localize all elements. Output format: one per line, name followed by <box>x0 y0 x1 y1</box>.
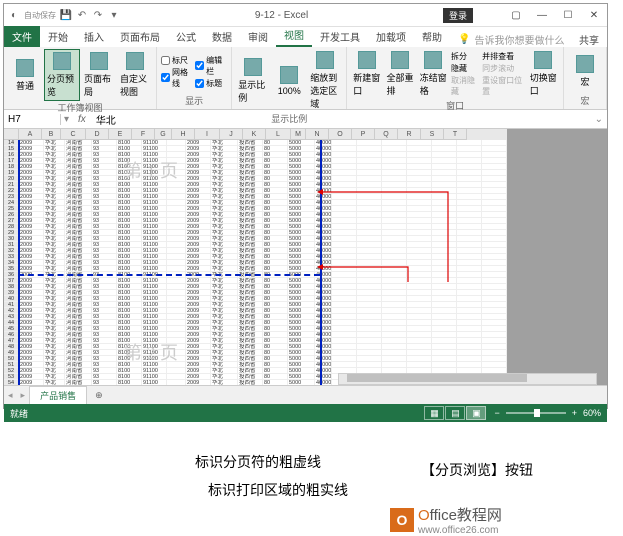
zoom-selection-button[interactable]: 缩放到选定区域 <box>308 49 342 112</box>
footer-branding: O Office教程网 www.office26.com <box>390 504 623 536</box>
tab-file[interactable]: 文件 <box>4 26 40 47</box>
footer-logo-icon: O <box>390 508 414 532</box>
sheet-tab-bar: ◂ ▸ 产品销售 ⊕ <box>4 385 607 404</box>
ruler-checkbox[interactable]: 标尺 <box>161 55 193 66</box>
undo-icon[interactable]: ↶ <box>76 9 88 21</box>
maximize-icon[interactable]: ☐ <box>555 4 581 26</box>
annotation-solid: 标识打印区域的粗实线 <box>208 480 348 500</box>
normal-view-button[interactable]: 普通 <box>8 49 42 101</box>
zoom-100-button[interactable]: 100% <box>272 49 306 112</box>
arrange-all-button[interactable]: 全部重排 <box>384 49 415 99</box>
freeze-panes-button[interactable]: 冻结窗格 <box>418 49 449 99</box>
page-layout-button[interactable]: 页面布局 <box>82 49 116 101</box>
group-label-window: 窗口 <box>351 99 559 112</box>
formula-expand-icon[interactable]: ⌄ <box>591 114 607 125</box>
hide-button[interactable]: 隐藏 <box>451 63 480 74</box>
minimize-icon[interactable]: — <box>529 4 555 26</box>
tab-help[interactable]: 帮助 <box>414 26 450 47</box>
worksheet-area[interactable]: ABCDEFGHIJKLMNOPQRST142009华北河南省938100911… <box>4 129 607 385</box>
ribbon: 普通 分页预览 页面布局 自定义视图 工作簿视图 标尺 网格线 编辑栏 标题 显… <box>4 47 607 110</box>
status-mode: 就绪 <box>10 407 28 420</box>
switch-windows-button[interactable]: 切换窗口 <box>528 49 559 99</box>
fx-icon[interactable]: fx <box>72 114 92 125</box>
formula-input[interactable]: 华北 <box>92 112 591 127</box>
print-boundary-left <box>18 140 20 385</box>
zoom-percent[interactable]: 60% <box>583 408 601 418</box>
print-boundary-right <box>320 140 322 385</box>
tab-data[interactable]: 数据 <box>204 26 240 47</box>
status-bar: 就绪 ▦ ▤ ▣ − + 60% <box>4 404 607 422</box>
tab-formulas[interactable]: 公式 <box>168 26 204 47</box>
annotation-button: 【分页浏览】按钮 <box>421 460 533 480</box>
ribbon-tabs: 文件 开始 插入 页面布局 公式 数据 审阅 视图 开发工具 加载项 帮助 💡告… <box>4 27 607 47</box>
tab-insert[interactable]: 插入 <box>76 26 112 47</box>
group-label-macro: 宏 <box>568 94 602 107</box>
zoom-out-icon[interactable]: − <box>494 408 499 418</box>
sync-scroll-button[interactable]: 同步滚动 <box>482 63 526 74</box>
name-box[interactable]: H7 <box>4 114 61 125</box>
lightbulb-icon: 💡 <box>458 34 470 45</box>
footer-brand: Office教程网 <box>418 504 502 525</box>
horizontal-scrollbar[interactable] <box>338 373 597 385</box>
custom-views-button[interactable]: 自定义视图 <box>118 49 152 101</box>
group-label-show: 显示 <box>161 94 227 107</box>
zoom-in-icon[interactable]: + <box>572 408 577 418</box>
tab-nav-prev-icon[interactable]: ◂ <box>4 390 17 401</box>
tab-dev[interactable]: 开发工具 <box>312 26 368 47</box>
unhide-button[interactable]: 取消隐藏 <box>451 75 480 97</box>
split-button[interactable]: 拆分 <box>451 51 480 62</box>
tab-review[interactable]: 审阅 <box>240 26 276 47</box>
formula-bar: H7 ▾ fx 华北 ⌄ <box>4 110 607 129</box>
sheet-tab[interactable]: 产品销售 <box>29 386 87 404</box>
tab-view[interactable]: 视图 <box>276 24 312 47</box>
window-title: 9-12 - Excel <box>120 10 443 21</box>
share-button[interactable]: 共享 <box>571 32 607 47</box>
tab-nav-next-icon[interactable]: ▸ <box>17 390 30 401</box>
tab-addins[interactable]: 加载项 <box>368 26 414 47</box>
new-sheet-icon[interactable]: ⊕ <box>87 390 111 401</box>
macros-button[interactable]: 宏 <box>568 49 602 94</box>
view-layout-icon[interactable]: ▤ <box>445 406 465 420</box>
view-pagebreak-icon[interactable]: ▣ <box>466 406 486 420</box>
zoom-button[interactable]: 显示比例 <box>236 49 270 112</box>
redo-icon[interactable]: ↷ <box>92 9 104 21</box>
zoom-slider[interactable] <box>506 412 566 414</box>
formula-bar-checkbox[interactable]: 编辑栏 <box>195 55 227 77</box>
side-by-side-button[interactable]: 并排查看 <box>482 51 526 62</box>
tab-home[interactable]: 开始 <box>40 26 76 47</box>
autosave-label: 自动保存 <box>24 10 56 21</box>
new-window-button[interactable]: 新建窗口 <box>351 49 382 99</box>
autosave-icon[interactable]: ◐ <box>8 9 20 21</box>
view-normal-icon[interactable]: ▦ <box>424 406 444 420</box>
page-break-line[interactable] <box>18 274 320 276</box>
gridlines-checkbox[interactable]: 网格线 <box>161 67 193 89</box>
name-box-dropdown-icon[interactable]: ▾ <box>61 114 72 125</box>
close-icon[interactable]: ✕ <box>581 4 607 26</box>
headings-checkbox[interactable]: 标题 <box>195 78 227 89</box>
reset-window-button[interactable]: 重设窗口位置 <box>482 75 526 97</box>
save-icon[interactable]: 💾 <box>60 9 72 21</box>
annotation-dashed: 标识分页符的粗虚线 <box>195 452 321 472</box>
page-break-preview-button[interactable]: 分页预览 <box>44 49 80 101</box>
login-button[interactable]: 登录 <box>443 8 473 23</box>
ribbon-options-icon[interactable]: ▢ <box>503 4 529 26</box>
tab-layout[interactable]: 页面布局 <box>112 26 168 47</box>
tell-me-search[interactable]: 💡告诉我你想要做什么 <box>450 32 571 47</box>
qat-more-icon[interactable]: ▾ <box>108 9 120 21</box>
